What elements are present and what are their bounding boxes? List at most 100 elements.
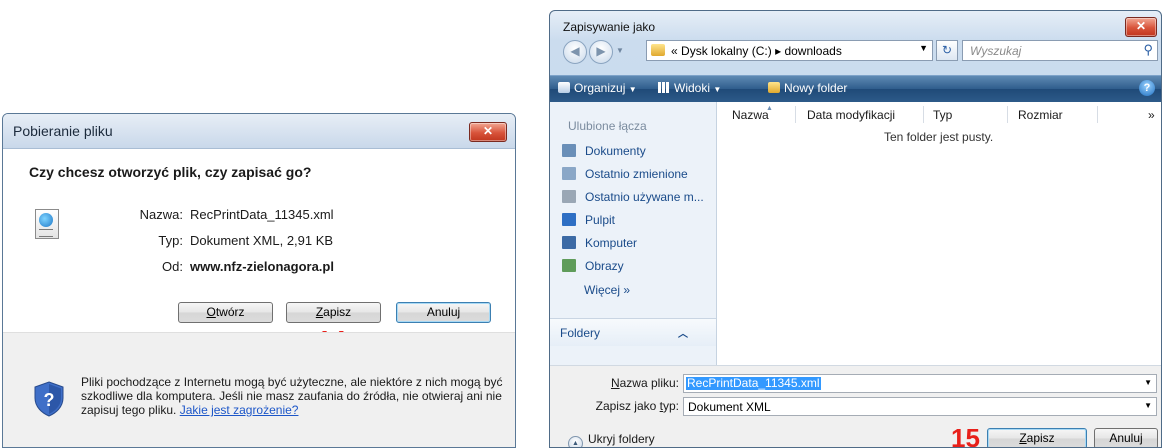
breadcrumb: « Dysk lokalny (C:) ▸ downloads xyxy=(671,44,842,58)
favorite-link-label: Ostatnio używane m... xyxy=(585,190,704,204)
save-dialog-close-button[interactable]: ✕ xyxy=(1125,17,1157,37)
folders-label: Foldery xyxy=(560,326,601,340)
folders-toggle[interactable]: Foldery ︿ xyxy=(550,318,716,346)
recent-changed-icon xyxy=(562,167,576,180)
help-icon[interactable]: ? xyxy=(1139,80,1155,96)
save-as-dialog: Zapisywanie jako ✕ ◀ ▶ ▼ « Dysk lokalny … xyxy=(549,10,1162,448)
step-number-15: 15 xyxy=(951,423,980,448)
filename-value[interactable]: RecPrintData_11345.xml xyxy=(686,377,821,390)
filename-label: Nazwa pliku: xyxy=(570,376,679,390)
breadcrumb-local-disk[interactable]: Dysk lokalny (C:) xyxy=(681,44,772,58)
open-button-accesskey: O xyxy=(206,305,216,319)
back-button[interactable]: ◀ xyxy=(563,40,587,64)
filetype-label-text: yp: xyxy=(662,399,679,413)
save-dialog-title: Zapisywanie jako xyxy=(563,20,656,34)
computer-icon xyxy=(562,236,576,249)
more-links[interactable]: Więcej » xyxy=(584,283,630,297)
recent-used-icon xyxy=(562,190,576,203)
column-divider[interactable] xyxy=(1097,106,1098,123)
filename-label-text: azwa pliku: xyxy=(619,376,679,390)
security-shield-icon: ? xyxy=(34,381,64,417)
address-bar[interactable]: « Dysk lokalny (C:) ▸ downloads ▼ xyxy=(646,40,933,61)
filetype-select[interactable]: Dokument XML ▼ xyxy=(683,397,1157,416)
filetype-label: Zapisz jako typ: xyxy=(550,399,679,413)
navigation-pane: Ulubione łącza Dokumenty Ostatnio zmieni… xyxy=(550,102,717,365)
address-dropdown-icon[interactable]: ▼ xyxy=(919,43,928,53)
save-button-label: apisz xyxy=(323,305,352,319)
open-button[interactable]: Otwórz xyxy=(178,302,273,323)
history-dropdown-icon[interactable]: ▼ xyxy=(616,46,624,55)
more-columns-chevron-icon[interactable]: » xyxy=(1148,108,1155,122)
favorite-links-header: Ulubione łącza xyxy=(568,119,647,133)
forward-arrow-icon: ▶ xyxy=(596,44,606,58)
folder-icon xyxy=(651,44,665,56)
save-button-accesskey: Z xyxy=(1019,431,1027,445)
hide-folders-button[interactable]: ▲ Ukryj foldery xyxy=(568,432,655,447)
sort-ascending-icon: ▲ xyxy=(766,105,773,112)
column-divider[interactable] xyxy=(1007,106,1008,123)
views-menu[interactable]: Widoki ▼ xyxy=(658,81,721,95)
filename-dropdown-icon[interactable]: ▼ xyxy=(1144,378,1152,387)
search-box[interactable]: Wyszukaj ⚲ xyxy=(962,40,1158,61)
favorite-link-documents[interactable]: Dokumenty xyxy=(562,144,646,162)
column-divider[interactable] xyxy=(795,106,796,123)
organize-label: Organizuj xyxy=(574,81,626,95)
search-input[interactable]: Wyszukaj xyxy=(970,44,1021,58)
name-label: Nazwa: xyxy=(139,207,183,222)
column-header-type[interactable]: Typ xyxy=(933,108,952,122)
column-header-name[interactable]: ▲ Nazwa xyxy=(732,105,773,122)
filetype-dropdown-icon[interactable]: ▼ xyxy=(1144,401,1152,410)
download-question: Czy chcesz otworzyć plik, czy zapisać go… xyxy=(29,164,312,180)
save-button[interactable]: Zapisz xyxy=(286,302,381,323)
save-button-label: apisz xyxy=(1026,431,1055,445)
column-header-date[interactable]: Data modyfikacji xyxy=(807,108,895,122)
empty-folder-message: Ten folder jest pusty. xyxy=(884,130,994,144)
open-button-label: twórz xyxy=(215,305,245,319)
forward-button[interactable]: ▶ xyxy=(589,40,613,64)
toolbar: Organizuj ▼ Widoki ▼ Nowy folder ? xyxy=(550,75,1161,102)
hide-folders-label: Ukryj foldery xyxy=(588,432,655,446)
download-dialog-titlebar[interactable]: Pobieranie pliku ✕ xyxy=(3,114,515,149)
column-header-size[interactable]: Rozmiar xyxy=(1018,108,1063,122)
favorite-link-recent-changed[interactable]: Ostatnio zmienione xyxy=(562,167,688,185)
download-dialog-footer: ? Pliki pochodzące z Internetu mogą być … xyxy=(3,332,515,447)
views-label: Widoki xyxy=(674,81,711,95)
risk-info-link[interactable]: Jakie jest zagrożenie? xyxy=(180,403,299,417)
file-list[interactable]: ▲ Nazwa Data modyfikacji Typ Rozmiar » Te… xyxy=(717,102,1161,365)
organize-menu[interactable]: Organizuj ▼ xyxy=(558,81,637,95)
download-dialog-body: Czy chcesz otworzyć plik, czy zapisać go… xyxy=(3,149,515,332)
breadcrumb-separator-icon[interactable]: ▸ xyxy=(775,44,781,58)
favorite-link-label: Ostatnio zmienione xyxy=(585,167,688,181)
new-folder-icon xyxy=(768,82,780,93)
new-folder-button[interactable]: Nowy folder xyxy=(768,81,847,95)
favorite-link-pictures[interactable]: Obrazy xyxy=(562,259,624,277)
views-icon xyxy=(658,82,670,93)
save-dialog-bottom-panel: Nazwa pliku: RecPrintData_11345.xml ▼ Za… xyxy=(550,365,1161,447)
new-folder-label: Nowy folder xyxy=(784,81,848,95)
column-divider[interactable] xyxy=(923,106,924,123)
filename-field[interactable]: RecPrintData_11345.xml ▼ xyxy=(683,374,1157,393)
pictures-icon xyxy=(562,259,576,272)
favorite-link-label: Dokumenty xyxy=(585,144,646,158)
refresh-icon: ↻ xyxy=(941,43,953,57)
filetype-value: Dokument XML xyxy=(688,400,771,414)
favorite-link-desktop[interactable]: Pulpit xyxy=(562,213,615,231)
breadcrumb-overflow[interactable]: « xyxy=(671,44,678,58)
chevron-up-icon: ︿ xyxy=(678,329,688,340)
svg-text:?: ? xyxy=(44,390,55,410)
refresh-button[interactable]: ↻ xyxy=(936,40,958,61)
cancel-button-label: Anuluj xyxy=(1109,431,1143,445)
cancel-button[interactable]: Anuluj xyxy=(1094,428,1158,447)
organize-icon xyxy=(558,82,570,93)
desktop-icon xyxy=(562,213,576,226)
download-dialog-title: Pobieranie pliku xyxy=(13,123,113,139)
search-icon[interactable]: ⚲ xyxy=(1143,42,1153,58)
favorite-link-recent-used[interactable]: Ostatnio używane m... xyxy=(562,190,704,208)
close-icon: ✕ xyxy=(482,124,494,138)
type-value: Dokument XML, 2,91 KB xyxy=(190,233,334,248)
close-button[interactable]: ✕ xyxy=(469,122,507,142)
cancel-button[interactable]: Anuluj xyxy=(396,302,491,323)
save-button[interactable]: Zapisz xyxy=(987,428,1087,447)
breadcrumb-downloads[interactable]: downloads xyxy=(784,44,841,58)
favorite-link-computer[interactable]: Komputer xyxy=(562,236,637,254)
